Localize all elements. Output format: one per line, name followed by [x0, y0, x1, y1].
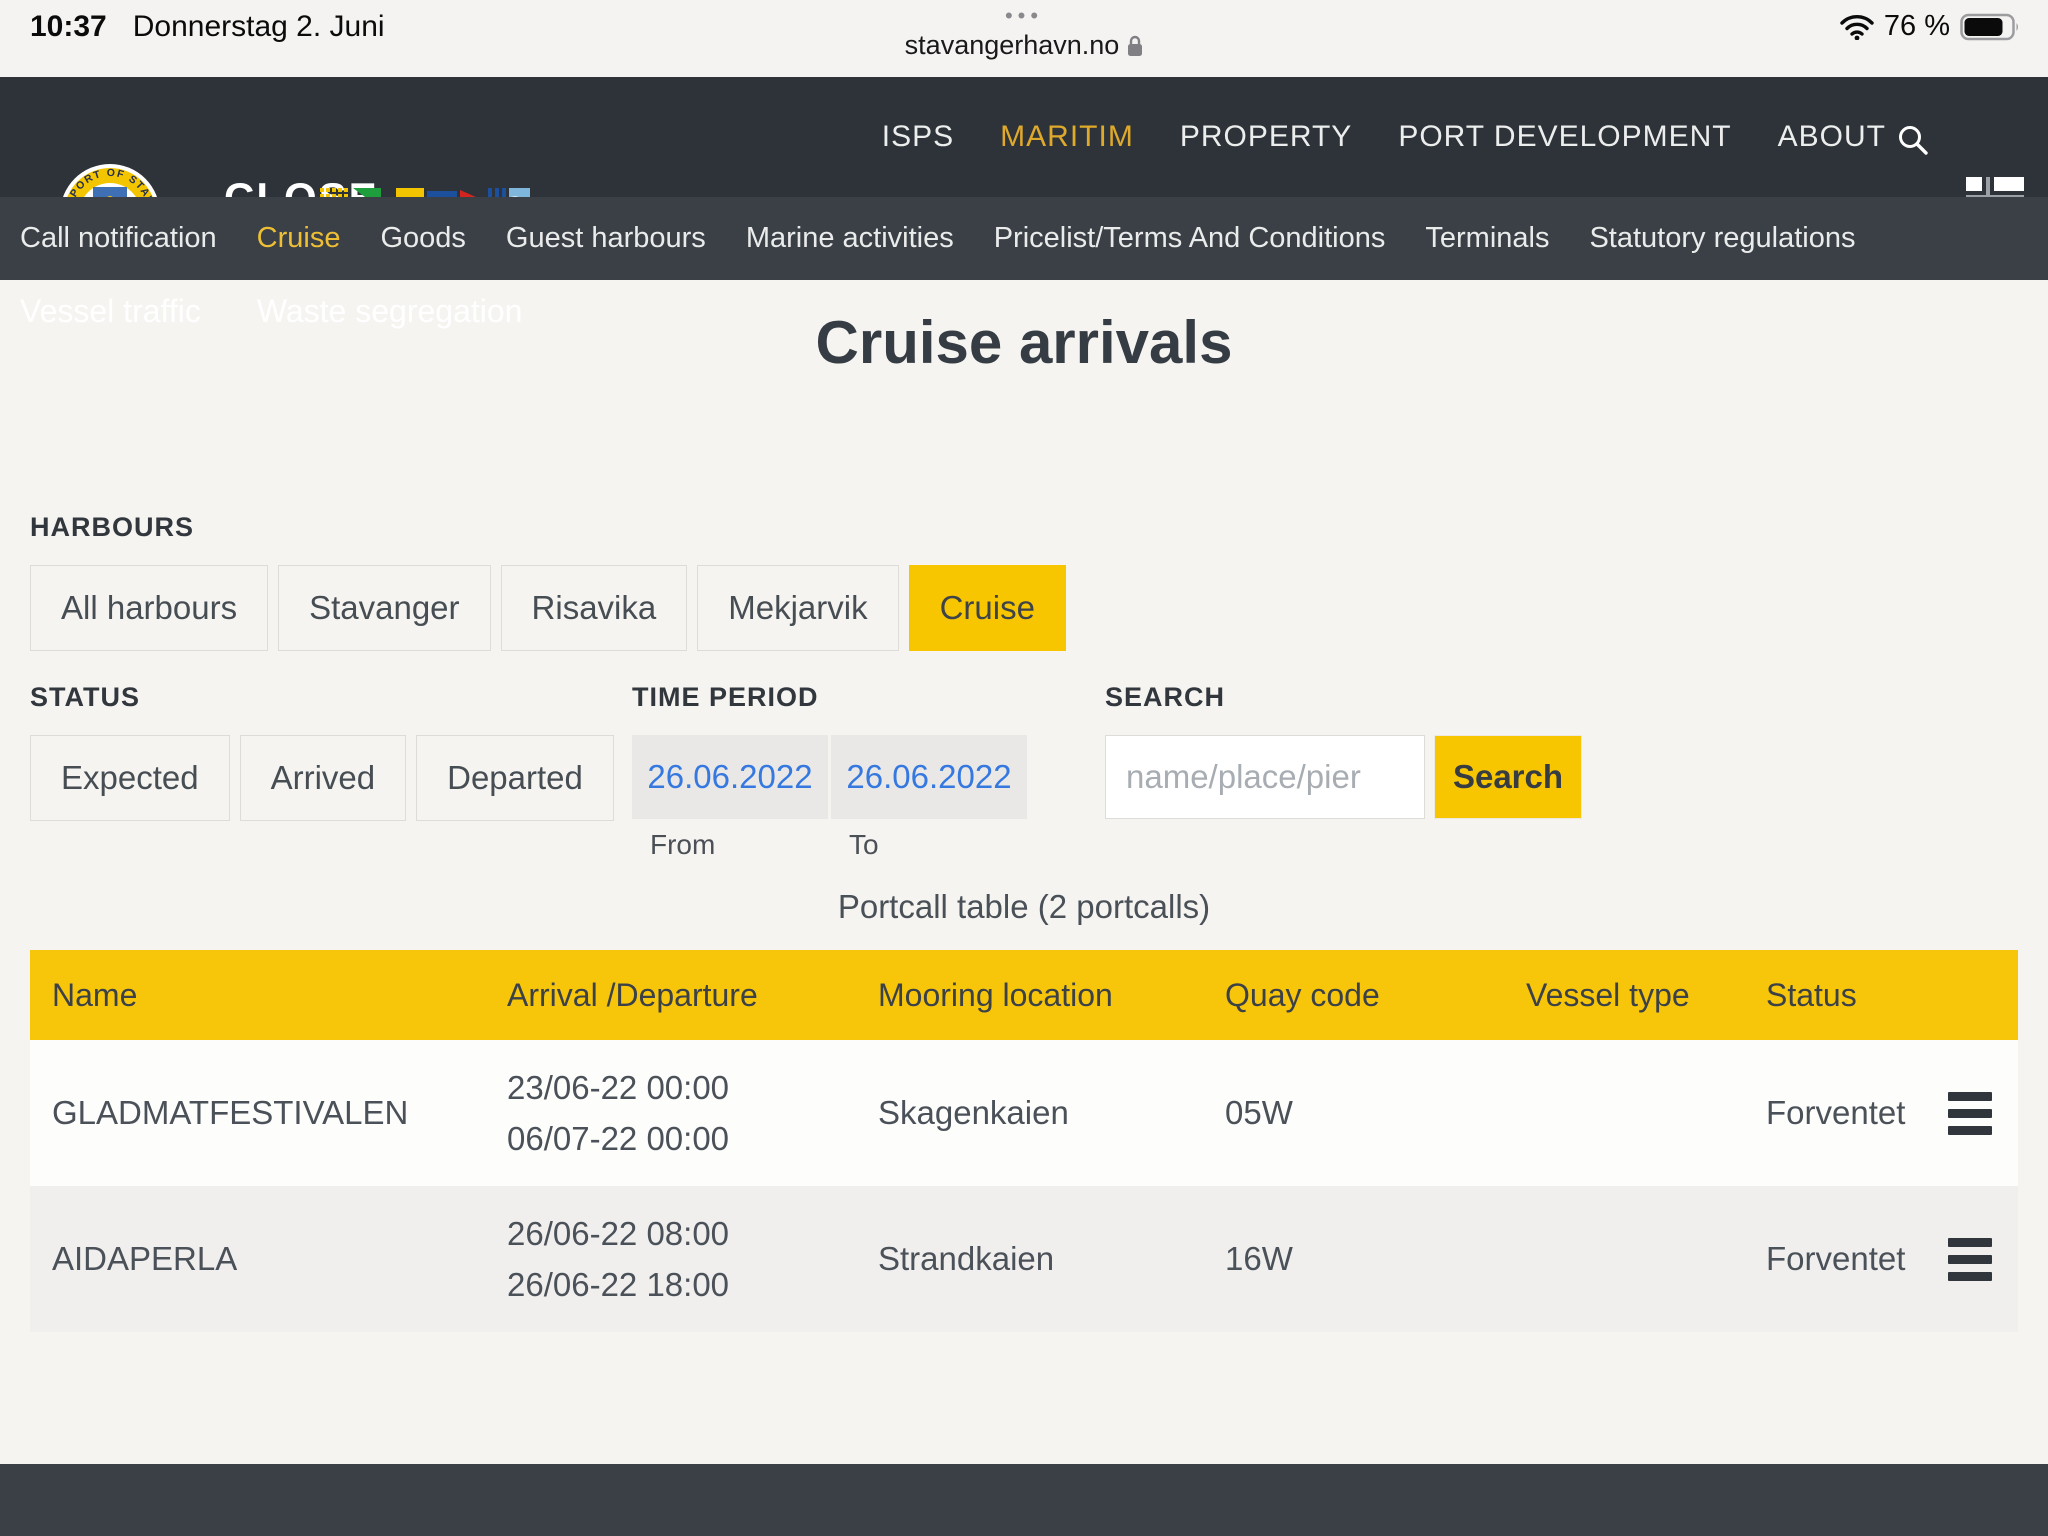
row-menu-icon[interactable] [1938, 1092, 2018, 1135]
site-header: PORT OF STAVANGER NORWAY CLOSE TO everyt… [0, 77, 2048, 197]
nav-maritim[interactable]: MARITIM [1000, 120, 1134, 154]
time-period-filter: TIME PERIOD 26.06.2022 26.06.2022 From T… [632, 682, 1027, 861]
from-label: From [632, 829, 831, 861]
date-from-field[interactable]: 26.06.2022 [632, 735, 828, 819]
page-title: Cruise arrivals [0, 308, 2048, 377]
subnav-terminals[interactable]: Terminals [1425, 222, 1549, 255]
main-nav: ISPS MARITIM PROPERTY PORT DEVELOPMENT A… [882, 77, 1886, 197]
arrival-time: 23/06-22 00:00 [507, 1062, 856, 1113]
col-header-vessel-type: Vessel type [1504, 977, 1744, 1014]
wifi-icon [1840, 14, 1874, 40]
cell-quay-code: 16W [1203, 1240, 1504, 1278]
cell-arrival-departure: 23/06-22 00:00 06/07-22 00:00 [485, 1062, 856, 1164]
status-label: STATUS [30, 682, 614, 713]
departure-time: 06/07-22 00:00 [507, 1113, 856, 1164]
to-label: To [831, 829, 879, 861]
nav-property[interactable]: PROPERTY [1180, 120, 1353, 154]
cell-name: AIDAPERLA [30, 1240, 485, 1278]
harbours-label: HARBOURS [30, 512, 1066, 543]
footer-bar [0, 1464, 2048, 1536]
address-bar[interactable]: stavangerhavn.no [0, 30, 2048, 61]
nav-isps[interactable]: ISPS [882, 120, 954, 154]
subnav-pricelist[interactable]: Pricelist/Terms And Conditions [994, 222, 1386, 255]
search-button[interactable]: Search [1434, 735, 1582, 819]
ios-status-bar: 10:37 Donnerstag 2. Juni ••• stavangerha… [0, 0, 2048, 77]
cell-status: Forventet [1744, 1240, 1938, 1278]
time-period-label: TIME PERIOD [632, 682, 1027, 713]
table-caption: Portcall table (2 portcalls) [0, 888, 2048, 926]
harbour-button-all[interactable]: All harbours [30, 565, 268, 651]
lock-icon [1127, 35, 1143, 57]
cell-status: Forventet [1744, 1094, 1938, 1132]
safari-tabs-dots[interactable]: ••• [0, 4, 2048, 28]
col-header-status: Status [1744, 977, 1938, 1014]
cell-arrival-departure: 26/06-22 08:00 26/06-22 18:00 [485, 1208, 856, 1310]
cell-quay-code: 05W [1203, 1094, 1504, 1132]
row-menu-icon[interactable] [1938, 1238, 2018, 1281]
status-button-departed[interactable]: Departed [416, 735, 614, 821]
arrival-time: 26/06-22 08:00 [507, 1208, 856, 1259]
nav-about[interactable]: ABOUT [1778, 120, 1886, 154]
subnav-guest-harbours[interactable]: Guest harbours [506, 222, 706, 255]
portcall-table: Name Arrival /Departure Mooring location… [30, 950, 2018, 1332]
search-filter: SEARCH Search [1105, 682, 1582, 819]
date-to-field[interactable]: 26.06.2022 [831, 735, 1027, 819]
status-button-expected[interactable]: Expected [30, 735, 230, 821]
maritim-subnav: Call notification Cruise Goods Guest har… [0, 197, 2048, 280]
subnav-statutory-regulations[interactable]: Statutory regulations [1589, 222, 1855, 255]
table-header-row: Name Arrival /Departure Mooring location… [30, 950, 2018, 1040]
table-row: AIDAPERLA 26/06-22 08:00 26/06-22 18:00 … [30, 1186, 2018, 1332]
subnav-cruise[interactable]: Cruise [257, 222, 341, 255]
col-header-arrival-departure: Arrival /Departure [485, 977, 856, 1014]
harbour-button-mekjarvik[interactable]: Mekjarvik [697, 565, 898, 651]
status-filter: STATUS Expected Arrived Departed [30, 682, 614, 821]
col-header-quay-code: Quay code [1203, 977, 1504, 1014]
nav-port-development[interactable]: PORT DEVELOPMENT [1398, 120, 1731, 154]
battery-percent: 76 % [1884, 10, 1950, 43]
subnav-call-notification[interactable]: Call notification [20, 222, 217, 255]
table-row: GLADMATFESTIVALEN 23/06-22 00:00 06/07-2… [30, 1040, 2018, 1186]
status-button-arrived[interactable]: Arrived [240, 735, 407, 821]
cell-mooring-location: Strandkaien [856, 1240, 1203, 1278]
search-label: SEARCH [1105, 682, 1582, 713]
subnav-goods[interactable]: Goods [380, 222, 465, 255]
cell-name: GLADMATFESTIVALEN [30, 1094, 485, 1132]
harbour-button-risavika[interactable]: Risavika [501, 565, 688, 651]
search-input[interactable] [1105, 735, 1425, 819]
search-icon[interactable] [1896, 123, 1930, 162]
status-right: 76 % [1840, 10, 2022, 43]
cell-mooring-location: Skagenkaien [856, 1094, 1203, 1132]
departure-time: 26/06-22 18:00 [507, 1259, 856, 1310]
harbour-button-cruise[interactable]: Cruise [909, 565, 1066, 651]
subnav-marine-activities[interactable]: Marine activities [746, 222, 954, 255]
col-header-name: Name [30, 977, 485, 1014]
harbours-filter: HARBOURS All harbours Stavanger Risavika… [30, 512, 1066, 651]
url-text: stavangerhavn.no [905, 30, 1120, 61]
col-header-mooring-location: Mooring location [856, 977, 1203, 1014]
harbour-button-stavanger[interactable]: Stavanger [278, 565, 490, 651]
battery-icon [1960, 12, 2022, 42]
